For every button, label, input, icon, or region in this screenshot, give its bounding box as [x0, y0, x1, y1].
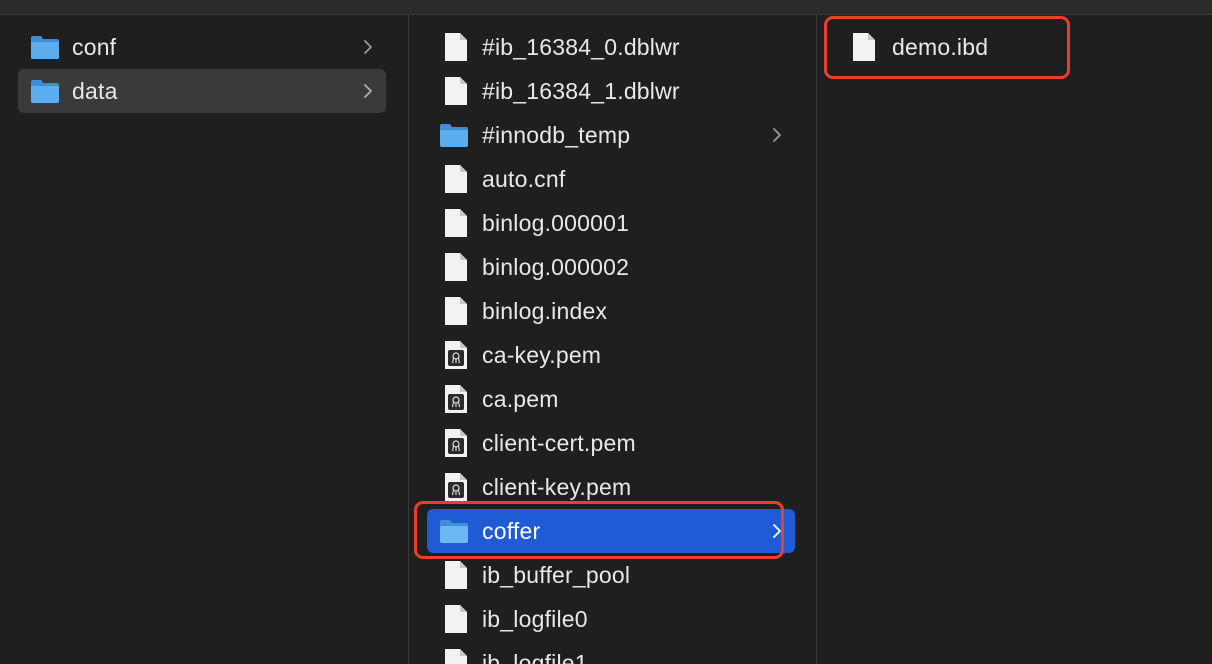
list-item-label: demo.ibd	[892, 33, 989, 60]
list-item-binlog-000001[interactable]: binlog.000001	[427, 201, 795, 245]
list-item-label: #ib_16384_1.dblwr	[482, 77, 680, 104]
list-item-ca-key-pem[interactable]: ca-key.pem	[427, 333, 795, 377]
folder-icon	[439, 120, 469, 150]
certificate-icon	[441, 472, 471, 502]
list-item-coffer[interactable]: coffer	[427, 509, 795, 553]
list-item-ib-16384-0[interactable]: #ib_16384_0.dblwr	[427, 25, 795, 69]
document-icon	[441, 648, 471, 664]
document-icon	[441, 76, 471, 106]
document-icon	[441, 164, 471, 194]
document-icon	[441, 32, 471, 62]
list-item-label: ib_logfile1	[482, 649, 588, 664]
window-toolbar	[0, 0, 1212, 15]
list-item-ib-logfile1[interactable]: ib_logfile1	[427, 641, 795, 664]
list-item-label: #ib_16384_0.dblwr	[482, 33, 680, 60]
list-item-label: ca-key.pem	[482, 341, 602, 368]
list-item-label: #innodb_temp	[482, 121, 631, 148]
certificate-icon	[441, 340, 471, 370]
list-item-ib-buffer-pool[interactable]: ib_buffer_pool	[427, 553, 795, 597]
certificate-icon	[441, 428, 471, 458]
list-item-label: client-key.pem	[482, 473, 632, 500]
list-item-label: ca.pem	[482, 385, 559, 412]
column-2[interactable]: #ib_16384_0.dblwr #ib_16384_1.dblwr #inn…	[409, 15, 817, 664]
chevron-right-icon	[361, 81, 375, 101]
list-item-label: ib_logfile0	[482, 605, 588, 632]
list-item-label: binlog.index	[482, 297, 608, 324]
certificate-icon	[441, 384, 471, 414]
list-item-auto-cnf[interactable]: auto.cnf	[427, 157, 795, 201]
list-item-data[interactable]: data	[18, 69, 386, 113]
document-icon	[441, 252, 471, 282]
list-item-label: data	[72, 77, 118, 104]
list-item-ib-logfile0[interactable]: ib_logfile0	[427, 597, 795, 641]
document-icon	[441, 208, 471, 238]
column-3[interactable]: demo.ibd	[817, 15, 1212, 664]
column-1[interactable]: conf data	[0, 15, 409, 664]
folder-icon	[30, 76, 60, 106]
folder-icon	[30, 32, 60, 62]
document-icon	[441, 296, 471, 326]
chevron-right-icon	[770, 521, 784, 541]
list-item-ca-pem[interactable]: ca.pem	[427, 377, 795, 421]
list-item-label: coffer	[482, 517, 541, 544]
list-item-label: conf	[72, 33, 117, 60]
list-item-demo-ibd[interactable]: demo.ibd	[835, 25, 1195, 69]
list-item-label: auto.cnf	[482, 165, 566, 192]
list-item-binlog-index[interactable]: binlog.index	[427, 289, 795, 333]
chevron-right-icon	[361, 37, 375, 57]
list-item-binlog-000002[interactable]: binlog.000002	[427, 245, 795, 289]
list-item-innodb-temp[interactable]: #innodb_temp	[427, 113, 795, 157]
list-item-label: binlog.000002	[482, 253, 630, 280]
list-item-label: client-cert.pem	[482, 429, 636, 456]
chevron-right-icon	[770, 125, 784, 145]
list-item-client-cert-pem[interactable]: client-cert.pem	[427, 421, 795, 465]
list-item-label: binlog.000001	[482, 209, 630, 236]
document-icon	[441, 604, 471, 634]
list-item-label: ib_buffer_pool	[482, 561, 631, 588]
list-item-conf[interactable]: conf	[18, 25, 386, 69]
document-icon	[849, 32, 879, 62]
list-item-client-key-pem[interactable]: client-key.pem	[427, 465, 795, 509]
folder-icon	[439, 516, 469, 546]
document-icon	[441, 560, 471, 590]
list-item-ib-16384-1[interactable]: #ib_16384_1.dblwr	[427, 69, 795, 113]
